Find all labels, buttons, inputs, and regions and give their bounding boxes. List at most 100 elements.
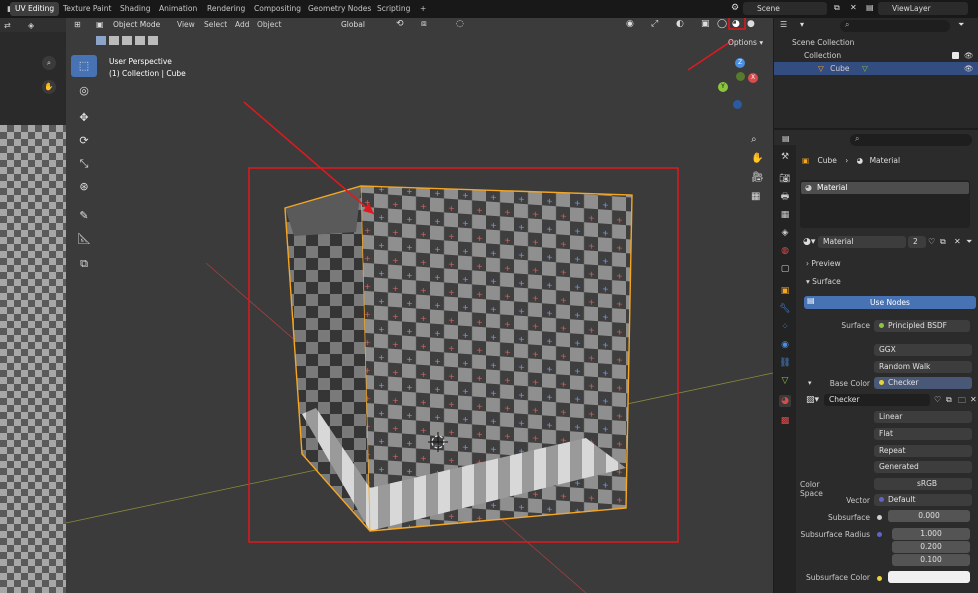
material-browse-icon[interactable]: ◕▾ xyxy=(803,237,815,247)
image-open-icon[interactable]: 🗀︎ xyxy=(958,395,966,409)
scene-field[interactable]: Scene xyxy=(743,2,827,15)
menu-select[interactable]: Select xyxy=(204,20,227,29)
tab-rendering[interactable]: Rendering xyxy=(202,2,250,16)
move-tool-icon[interactable]: ✥ xyxy=(71,107,97,129)
collection-checkbox[interactable] xyxy=(952,52,959,59)
subsurface-color-swatch[interactable] xyxy=(888,571,970,583)
outliner-display-icon[interactable]: ▾ xyxy=(800,20,804,29)
gizmo-x-icon[interactable]: X xyxy=(748,73,758,83)
rotate-tool-icon[interactable]: ⟳ xyxy=(71,130,97,152)
properties-editor-icon[interactable]: ▤ xyxy=(782,134,790,143)
wireframe-shading-icon[interactable]: ◯ xyxy=(717,19,727,29)
outliner-cube[interactable]: ▽ Cube ▽ 👁︎ xyxy=(774,62,978,75)
tab-animation[interactable]: Animation xyxy=(154,2,202,16)
interpolation-dropdown[interactable]: Linear xyxy=(874,411,972,423)
tab-geometry-nodes[interactable]: Geometry Nodes xyxy=(303,2,376,16)
image-browse-icon[interactable]: ▨▾ xyxy=(806,395,819,405)
constraints-tab-icon[interactable]: ⛓︎ xyxy=(779,357,791,369)
material-slot[interactable]: Material xyxy=(801,182,969,194)
image-new-icon[interactable]: ⧉ xyxy=(946,395,952,405)
source-dropdown[interactable]: Generated xyxy=(874,461,972,473)
annotate-tool-icon[interactable]: ✎ xyxy=(71,205,97,227)
visibility-icon[interactable]: ◉ xyxy=(626,19,634,29)
pivot-icon[interactable]: ⟲ xyxy=(396,19,404,29)
subsurface-value-field[interactable]: 0.000 xyxy=(888,510,970,522)
outliner-search-icon[interactable]: ⌕ xyxy=(840,20,950,32)
distribution-dropdown[interactable]: GGX xyxy=(874,344,972,356)
uv-mode-icon[interactable]: ◈ xyxy=(28,21,34,30)
projection-dropdown[interactable]: Flat xyxy=(874,428,972,440)
world-tab-icon[interactable]: ◍ xyxy=(779,245,791,257)
texture-tab-icon[interactable]: ▩ xyxy=(779,415,791,427)
scene-close-icon[interactable]: ✕ xyxy=(850,3,857,12)
outliner-filter-icon[interactable]: ⏷ xyxy=(958,20,964,30)
data-tab-icon[interactable]: ▽ xyxy=(779,375,791,387)
menu-object[interactable]: Object xyxy=(257,20,281,29)
select-box-tool-icon[interactable]: ⬚ xyxy=(71,55,97,77)
material-preview-shading-icon[interactable]: ◕ xyxy=(732,19,740,29)
select-mode-new-icon[interactable] xyxy=(96,36,106,45)
navigation-gizmo[interactable]: Z X Y xyxy=(714,58,760,109)
select-mode-intersect-icon[interactable] xyxy=(148,36,158,45)
material-filter-icon[interactable]: ⏷ xyxy=(966,237,972,247)
base-color-field[interactable]: Checker xyxy=(874,377,972,389)
tab-compositing[interactable]: Compositing xyxy=(249,2,306,16)
subsurface-radius-field[interactable]: 0.200 xyxy=(892,541,970,553)
subsurface-radius-field[interactable]: 0.100 xyxy=(892,554,970,566)
surface-section[interactable]: ▾ Surface xyxy=(806,277,841,286)
cube-eye-icon[interactable]: 👁︎ xyxy=(964,62,974,75)
gizmo-y-icon[interactable]: Y xyxy=(718,82,728,92)
add-cube-tool-icon[interactable]: ⧉ xyxy=(71,253,97,275)
tab-uv-editing[interactable]: UV Editing xyxy=(10,2,60,16)
subsurface-method-dropdown[interactable]: Random Walk xyxy=(874,361,972,373)
menu-add[interactable]: Add xyxy=(235,20,250,29)
scale-tool-icon[interactable]: ⤡ xyxy=(71,153,97,175)
scene-tab-icon[interactable]: ◈ xyxy=(779,227,791,239)
vector-field[interactable]: Default xyxy=(874,494,972,506)
transform-tool-icon[interactable]: ⊛ xyxy=(71,176,97,198)
fake-user-icon[interactable]: ♡ xyxy=(928,237,935,246)
unlink-material-icon[interactable]: ✕ xyxy=(954,237,961,246)
uv-sync-icon[interactable]: ⇄ xyxy=(4,21,11,30)
duplicate-material-icon[interactable]: ⧉ xyxy=(940,237,946,247)
modifier-tab-icon[interactable]: 🔧︎ xyxy=(779,303,791,315)
cursor-tool-icon[interactable]: ◎ xyxy=(71,80,97,102)
collection-eye-icon[interactable]: 👁︎ xyxy=(964,49,974,62)
xray-icon[interactable]: ▣ xyxy=(701,19,710,29)
select-mode-invert-icon[interactable] xyxy=(135,36,145,45)
outliner-collection[interactable]: Collection 👁︎ xyxy=(774,49,978,62)
zoom-view-icon[interactable]: ⌕ xyxy=(751,134,757,145)
use-nodes-button[interactable]: Use Nodes xyxy=(804,296,976,309)
gizmo-neg-y-icon[interactable] xyxy=(736,72,745,81)
snap-icon[interactable]: ⧈ xyxy=(421,19,427,29)
viewlayer-field[interactable]: ViewLayer xyxy=(878,2,968,15)
subsurface-radius-field[interactable]: 1.000 xyxy=(892,528,970,540)
particles-tab-icon[interactable]: ⁘ xyxy=(779,321,791,333)
pan-view-icon[interactable]: ✋ xyxy=(751,153,763,164)
image-fake-user-icon[interactable]: ♡ xyxy=(934,395,941,404)
gizmo-icon[interactable]: ⤢ xyxy=(651,19,658,29)
scene-add-icon[interactable]: ⧉ xyxy=(834,3,840,13)
select-mode-extend-icon[interactable] xyxy=(109,36,119,45)
gizmo-z-icon[interactable]: Z xyxy=(735,58,745,68)
material-name-field[interactable]: Material xyxy=(818,236,906,248)
properties-search-icon[interactable]: ⌕ xyxy=(850,134,972,146)
tab-add[interactable]: + xyxy=(415,2,431,16)
uv-zoom-icon[interactable]: ⌕ xyxy=(42,56,56,70)
uv-pan-icon[interactable]: ✋ xyxy=(42,80,56,94)
rendered-shading-icon[interactable]: ● xyxy=(747,19,755,29)
surface-shader-field[interactable]: Principled BSDF xyxy=(874,320,970,332)
3d-viewport[interactable]: + + xyxy=(66,18,773,593)
color-space-dropdown[interactable]: sRGB xyxy=(874,478,972,490)
editor-type-icon[interactable]: ⊞ xyxy=(74,20,81,29)
transform-orientation[interactable]: Global xyxy=(341,20,365,29)
proportional-icon[interactable]: ◌ xyxy=(456,19,464,29)
tool-tab-icon[interactable]: ⚒ xyxy=(779,151,791,163)
extension-dropdown[interactable]: Repeat xyxy=(874,445,972,457)
output-tab-icon[interactable]: 🖶︎ xyxy=(779,191,791,203)
camera-view-icon[interactable]: 🎥︎ xyxy=(751,172,764,183)
object-mode-dropdown[interactable]: Object Mode xyxy=(113,20,160,29)
outliner-scene-collection[interactable]: Scene Collection xyxy=(774,36,978,49)
image-name-field[interactable]: Checker xyxy=(824,394,930,406)
select-mode-subtract-icon[interactable] xyxy=(122,36,132,45)
